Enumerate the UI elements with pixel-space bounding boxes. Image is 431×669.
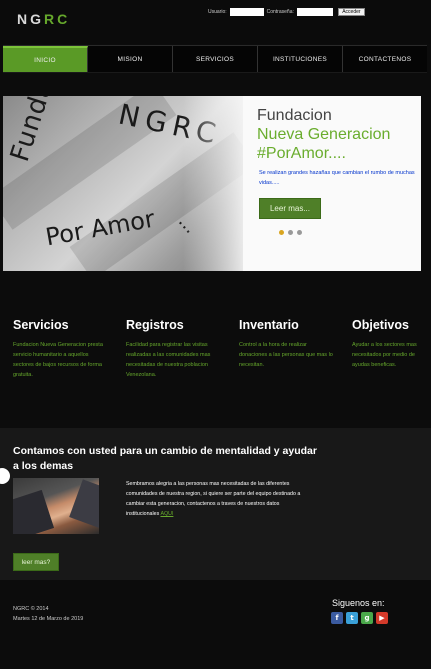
- nav-item-mision[interactable]: MISION: [88, 46, 173, 72]
- slider-dots: [279, 230, 302, 235]
- feature-text: Ayudar a los sectores mas necesitados po…: [352, 342, 417, 368]
- feature-title: Registros: [126, 318, 184, 332]
- feature-inventario: Inventario Control a la hora de realizar…: [239, 318, 335, 370]
- band-read-more-button[interactable]: leer mas?: [13, 553, 59, 571]
- hero-title-line3: #PorAmor....: [257, 145, 346, 162]
- handshake-image: [13, 478, 99, 534]
- logo-part-ng: NG: [17, 11, 44, 27]
- hero-slider: Fundación NGRC Por Amor ... Fundacion Nu…: [3, 96, 421, 271]
- footer: NGRC © 2014 Martes 12 de Marzo de 2019 S…: [0, 580, 431, 669]
- hero-title-line1: Fundacion: [257, 107, 332, 124]
- feature-objetivos: Objetivos Ayudar a los sectores mas nece…: [352, 318, 422, 370]
- logo[interactable]: NGRC: [17, 11, 70, 27]
- youtube-icon[interactable]: ▶: [376, 612, 388, 624]
- google-icon[interactable]: g: [361, 612, 373, 624]
- user-label: Usuario:: [208, 9, 227, 15]
- slider-dot-1[interactable]: [279, 230, 284, 235]
- login-button[interactable]: Acceder: [337, 8, 365, 16]
- footer-info: NGRC © 2014 Martes 12 de Marzo de 2019: [13, 604, 83, 624]
- follow-label: Siguenos en:: [332, 598, 385, 608]
- feature-text: Facilidad para registrar las visitas rea…: [126, 342, 211, 378]
- nav-item-servicios[interactable]: SERVICIOS: [173, 46, 258, 72]
- facebook-icon[interactable]: f: [331, 612, 343, 624]
- social-icons: f t g ▶: [331, 612, 388, 624]
- feature-title: Servicios: [13, 318, 69, 332]
- hero-read-more-button[interactable]: Leer mas...: [259, 198, 321, 219]
- nav-item-instituciones[interactable]: INSTITUCIONES: [258, 46, 343, 72]
- slider-dot-2[interactable]: [288, 230, 293, 235]
- band-heading: Contamos con usted para un cambio de men…: [13, 445, 317, 472]
- login-form: Usuario: Contraseña: Acceder: [208, 8, 365, 16]
- feature-registros: Registros Facilidad para registrar las v…: [126, 318, 222, 380]
- logo-part-rc: RC: [44, 11, 71, 27]
- features-section: Servicios Fundacion Nueva Generacion pre…: [0, 318, 431, 410]
- handshake-sleeve-right: [69, 479, 99, 529]
- nav-item-contactenos[interactable]: CONTACTENOS: [343, 46, 427, 72]
- chat-bubble-icon[interactable]: [0, 468, 10, 484]
- main-nav: INICIO MISION SERVICIOS INSTITUCIONES CO…: [3, 45, 427, 73]
- footer-copyright: NGRC © 2014: [13, 606, 49, 612]
- cta-band: Contamos con usted para un cambio de men…: [0, 428, 431, 580]
- feature-title: Objetivos: [352, 318, 409, 332]
- twitter-icon[interactable]: t: [346, 612, 358, 624]
- user-input[interactable]: [229, 8, 264, 16]
- hero-title-line2: Nueva Generacion: [257, 126, 391, 143]
- band-paragraph: Sembramos alegria a las personas mas nec…: [126, 479, 308, 519]
- hero-image-fade: [183, 96, 253, 271]
- handshake-sleeve-left: [13, 489, 55, 534]
- header: NGRC Usuario: Contraseña: Acceder: [0, 0, 431, 44]
- password-input[interactable]: [296, 8, 333, 16]
- band-paragraph-text: Sembramos alegria a las personas mas nec…: [126, 481, 301, 517]
- contact-here-link[interactable]: AQUI: [160, 511, 173, 517]
- hero-tagline: Se realizan grandes hazañas que cambian …: [259, 170, 415, 186]
- feature-text: Control a la hora de realizar donaciones…: [239, 342, 333, 368]
- feature-servicios: Servicios Fundacion Nueva Generacion pre…: [13, 318, 109, 380]
- nav-item-inicio[interactable]: INICIO: [3, 46, 88, 72]
- footer-date: Martes 12 de Marzo de 2019: [13, 616, 84, 622]
- pass-label: Contraseña:: [266, 9, 294, 15]
- feature-text: Fundacion Nueva Generacion presta servic…: [13, 342, 103, 378]
- feature-title: Inventario: [239, 318, 299, 332]
- slider-dot-3[interactable]: [297, 230, 302, 235]
